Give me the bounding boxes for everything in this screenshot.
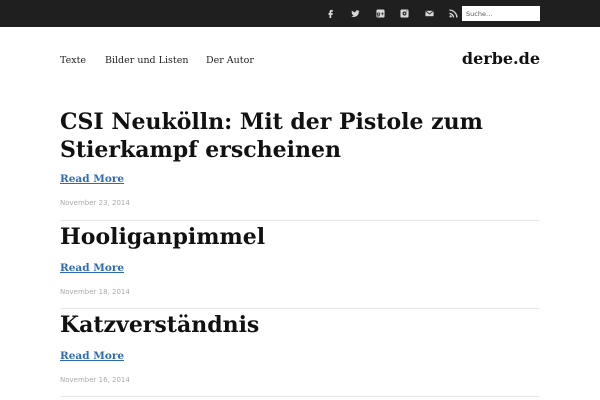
- twitter-icon[interactable]: [349, 7, 361, 19]
- post-divider: [60, 220, 540, 221]
- google-plus-icon[interactable]: g+: [374, 7, 386, 19]
- post-divider: [60, 396, 540, 397]
- post-title[interactable]: CSI Neukölln: Mit der Pistole zum Stierk…: [60, 108, 540, 164]
- facebook-icon[interactable]: [324, 7, 336, 19]
- post-3: Katzverständnis Read More November 16, 2…: [60, 311, 540, 397]
- nav-item-texte[interactable]: Texte: [60, 55, 86, 66]
- read-more-link[interactable]: Read More: [60, 350, 124, 362]
- nav-item-bilder-und-listen[interactable]: Bilder und Listen: [105, 55, 188, 66]
- post-divider: [60, 308, 540, 309]
- post-2: Hooliganpimmel Read More November 18, 20…: [60, 223, 540, 309]
- mail-icon[interactable]: [423, 7, 435, 19]
- post-date: November 23, 2014: [60, 199, 130, 207]
- post-title[interactable]: Katzverständnis: [60, 311, 540, 339]
- post-date: November 16, 2014: [60, 376, 130, 384]
- read-more-link[interactable]: Read More: [60, 173, 124, 185]
- top-bar: g+: [0, 0, 600, 27]
- post-1: CSI Neukölln: Mit der Pistole zum Stierk…: [60, 108, 540, 221]
- rss-icon[interactable]: [447, 7, 459, 19]
- read-more-link[interactable]: Read More: [60, 262, 124, 274]
- post-title[interactable]: Hooliganpimmel: [60, 223, 540, 251]
- site-logo[interactable]: derbe.de: [462, 49, 540, 68]
- search-input[interactable]: [462, 6, 540, 21]
- svg-text:g+: g+: [376, 11, 384, 17]
- nav-item-der-autor[interactable]: Der Autor: [206, 55, 254, 66]
- post-date: November 18, 2014: [60, 288, 130, 296]
- instagram-icon[interactable]: [398, 7, 410, 19]
